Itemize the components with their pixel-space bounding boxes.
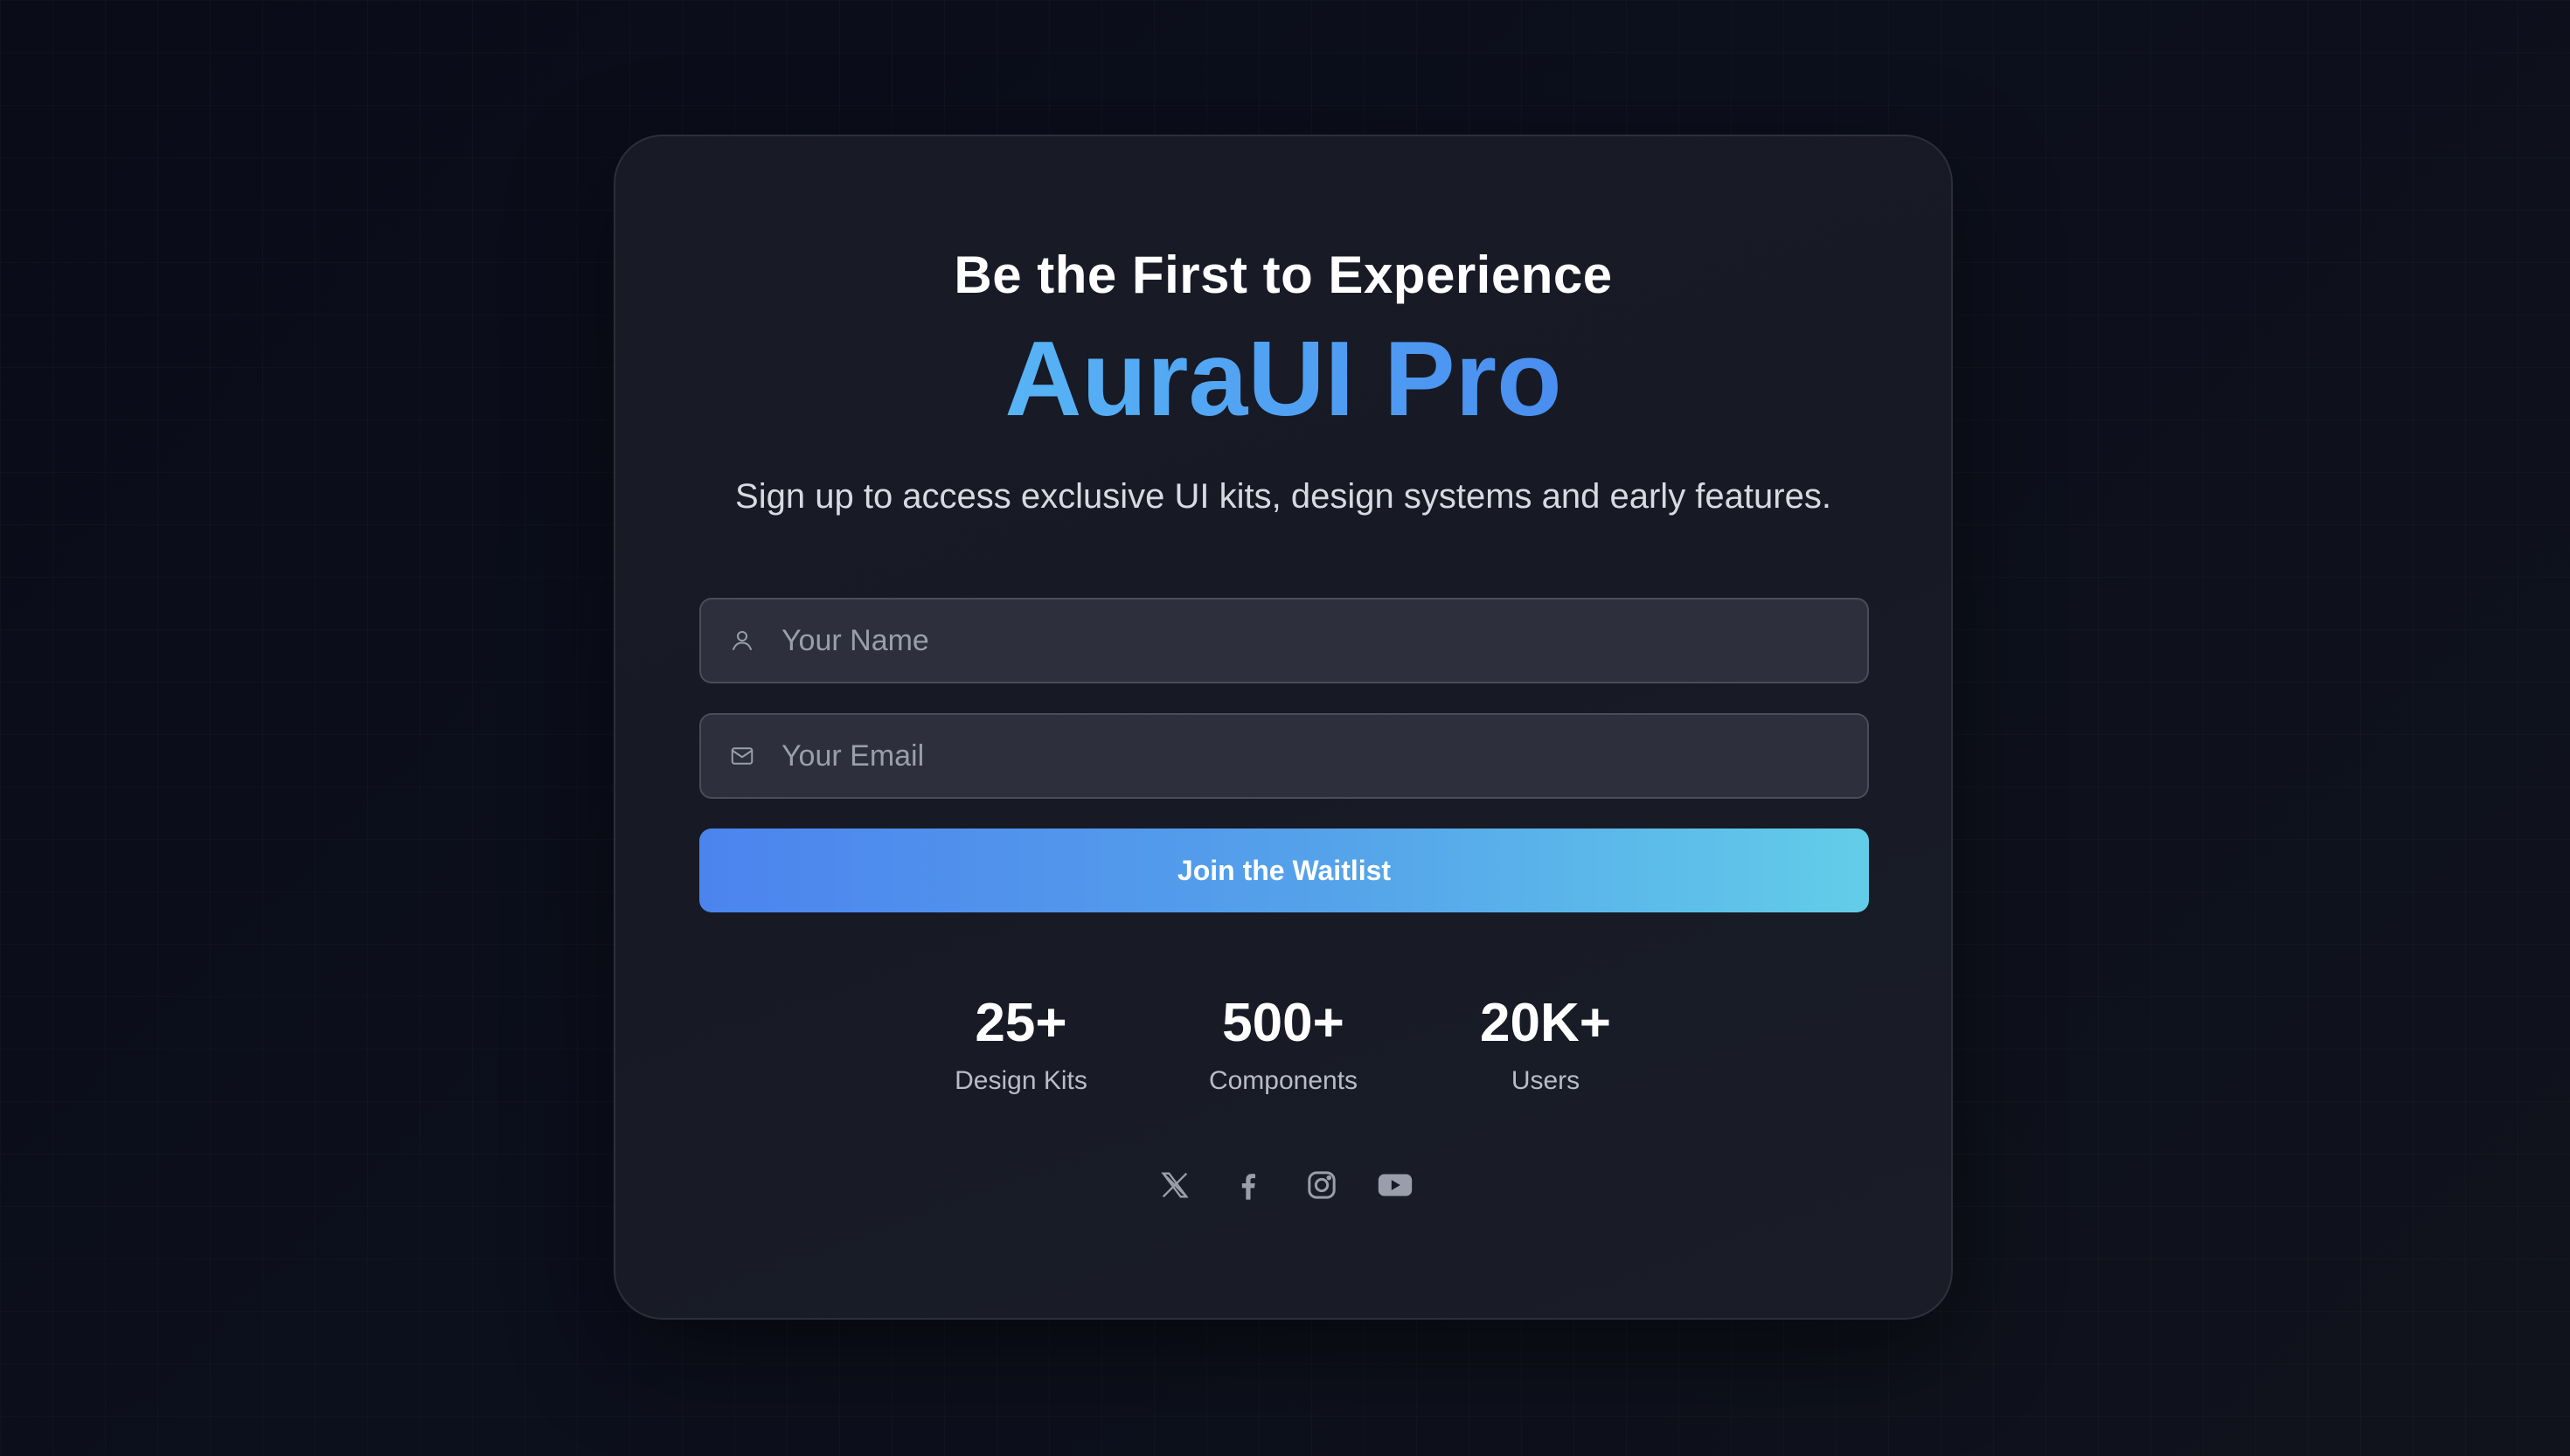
stat-users: 20K+ Users bbox=[1414, 996, 1677, 1096]
x-icon[interactable] bbox=[1156, 1166, 1194, 1204]
stat-components: 500+ Components bbox=[1152, 996, 1414, 1096]
facebook-icon[interactable] bbox=[1229, 1166, 1268, 1204]
eyebrow-heading: Be the First to Experience bbox=[954, 246, 1613, 304]
stat-value: 500+ bbox=[1222, 993, 1344, 1053]
name-input[interactable] bbox=[781, 600, 1867, 682]
brand-title-text: AuraUI Pro bbox=[1004, 319, 1562, 438]
stat-label: Users bbox=[1511, 1066, 1580, 1095]
brand-title: AuraUI Pro bbox=[615, 320, 1951, 437]
user-icon bbox=[727, 626, 757, 655]
join-waitlist-button[interactable]: Join the Waitlist bbox=[699, 829, 1869, 912]
stat-design-kits: 25+ Design Kits bbox=[890, 996, 1152, 1096]
email-input[interactable] bbox=[781, 715, 1867, 797]
stat-value: 20K+ bbox=[1480, 993, 1611, 1053]
subtitle: Sign up to access exclusive UI kits, des… bbox=[735, 477, 1831, 516]
social-links bbox=[0, 1166, 2570, 1204]
instagram-icon[interactable] bbox=[1302, 1166, 1341, 1204]
email-field[interactable] bbox=[699, 713, 1869, 799]
youtube-icon[interactable] bbox=[1376, 1166, 1414, 1204]
stat-label: Design Kits bbox=[955, 1066, 1087, 1095]
waitlist-card: Be the First to Experience AuraUI Pro Si… bbox=[614, 135, 1953, 1320]
stat-label: Components bbox=[1208, 1066, 1358, 1095]
stat-value: 25+ bbox=[975, 993, 1067, 1053]
stats-row: 25+ Design Kits 500+ Components 20K+ Use… bbox=[615, 996, 1951, 1096]
mail-icon bbox=[727, 741, 757, 771]
name-field[interactable] bbox=[699, 598, 1869, 683]
